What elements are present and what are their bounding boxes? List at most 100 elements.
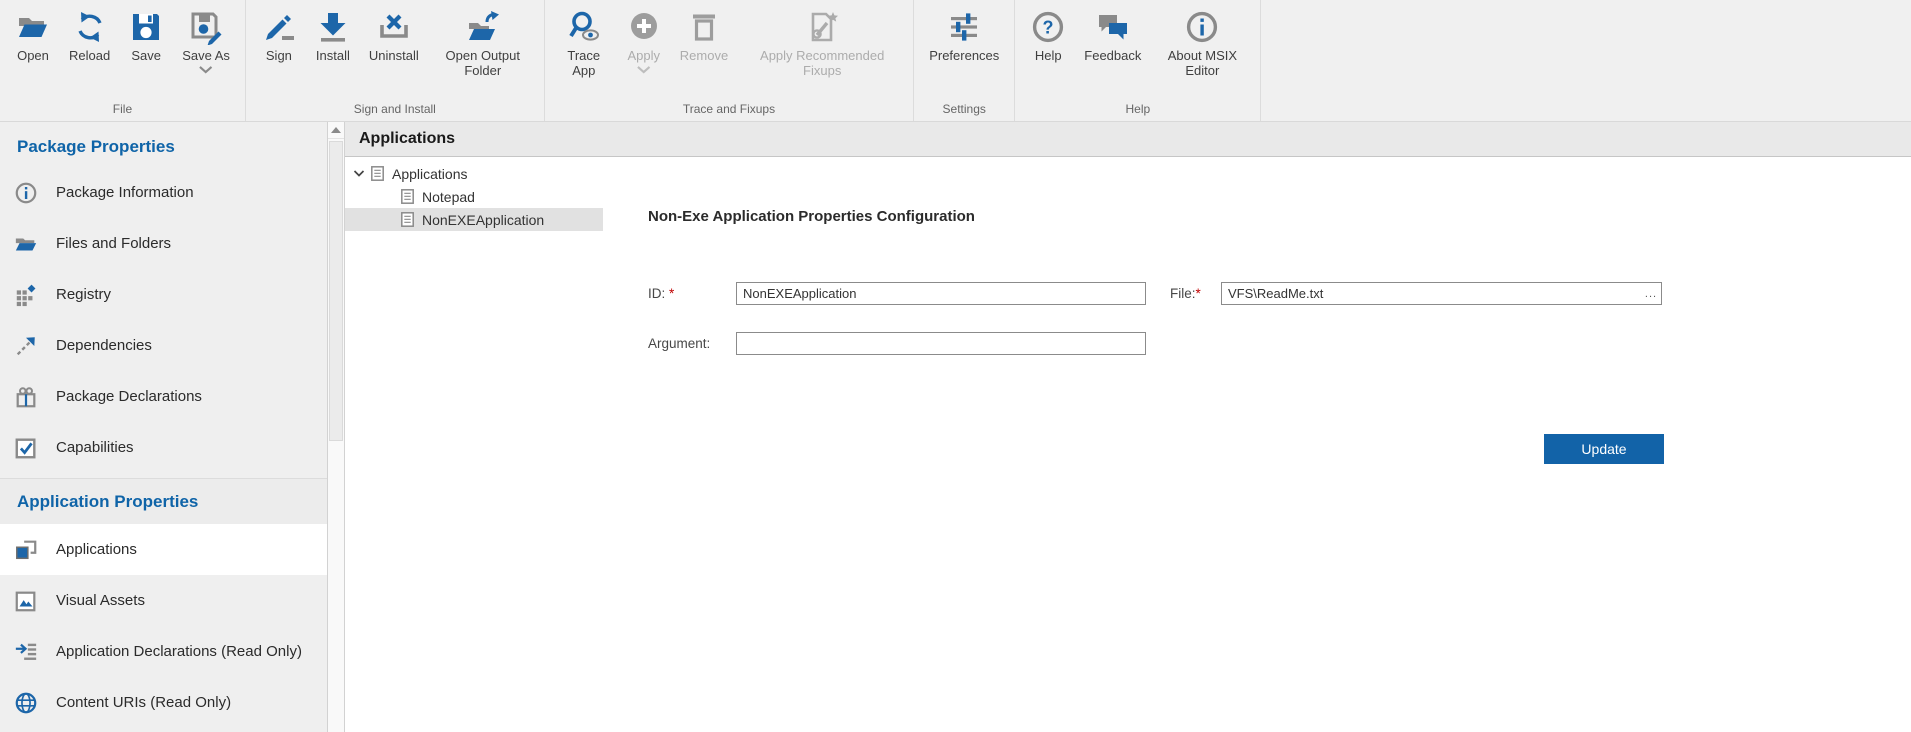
id-field-label: ID: *: [648, 286, 736, 301]
checkbox-check-icon: [14, 436, 38, 460]
tree-node-label: Notepad: [422, 189, 475, 205]
ribbon-group-label: Help: [1021, 101, 1254, 121]
sidebar-item-registry[interactable]: Registry: [0, 269, 327, 320]
tree-node-label: NonEXEApplication: [422, 212, 544, 228]
reload-button[interactable]: Reload: [60, 7, 119, 65]
apply-recommended-fixups-icon: [804, 9, 840, 45]
sidebar-item-content-uris[interactable]: Content URIs (Read Only): [0, 677, 327, 728]
reload-icon: [72, 9, 108, 45]
sidebar-item-package-information[interactable]: Package Information: [0, 167, 327, 218]
required-asterisk: *: [669, 286, 674, 301]
ribbon-spacer: [1261, 0, 1911, 121]
button-label: Save As: [182, 48, 230, 63]
trace-app-button[interactable]: Trace App: [551, 7, 617, 80]
apply-button[interactable]: Apply: [617, 7, 671, 76]
button-label: Open: [17, 48, 49, 63]
sign-icon: [261, 9, 297, 45]
document-icon: [371, 166, 384, 181]
button-label: Apply: [628, 48, 661, 63]
uninstall-button[interactable]: Uninstall: [360, 7, 428, 65]
ribbon-group-label: Trace and Fixups: [551, 101, 907, 121]
preferences-sliders-icon: [946, 9, 982, 45]
button-label: Save: [131, 48, 161, 63]
chevron-down-icon[interactable]: [636, 65, 651, 74]
sidebar-item-label: Applications: [56, 541, 137, 558]
argument-field-label: Argument:: [648, 336, 736, 351]
declarations-list-icon: [14, 640, 38, 664]
argument-field[interactable]: [736, 332, 1146, 355]
remove-trash-icon: [686, 9, 722, 45]
apply-recommended-fixups-button[interactable]: Apply Recommended Fixups: [737, 7, 907, 80]
button-label: Sign: [266, 48, 292, 63]
button-label: Remove: [680, 48, 728, 63]
sidebar-heading-application-properties: Application Properties: [0, 479, 327, 524]
sidebar-item-files-and-folders[interactable]: Files and Folders: [0, 218, 327, 269]
button-label: Reload: [69, 48, 110, 63]
sidebar-item-package-declarations[interactable]: Package Declarations: [0, 371, 327, 422]
sidebar-item-label: Capabilities: [56, 439, 134, 456]
file-field[interactable]: [1221, 282, 1662, 305]
sidebar-item-applications[interactable]: Applications: [0, 524, 327, 575]
open-output-folder-icon: [465, 9, 501, 45]
navigation-sidebar: Package Properties Package Information F…: [0, 122, 327, 732]
install-button[interactable]: Install: [306, 7, 360, 65]
tree-node-nonexeapplication[interactable]: NonEXEApplication: [345, 208, 603, 231]
required-asterisk: *: [1196, 286, 1201, 301]
open-output-folder-button[interactable]: Open Output Folder: [428, 7, 538, 80]
save-button[interactable]: Save: [119, 7, 173, 65]
sidebar-item-label: Registry: [56, 286, 111, 303]
sidebar-item-dependencies[interactable]: Dependencies: [0, 320, 327, 371]
preferences-button[interactable]: Preferences: [920, 7, 1008, 65]
info-circle-icon: [14, 181, 38, 205]
update-button[interactable]: Update: [1544, 434, 1664, 464]
open-button[interactable]: Open: [6, 7, 60, 65]
gift-box-icon: [14, 385, 38, 409]
browse-button[interactable]: ...: [1641, 283, 1661, 304]
apply-icon: [626, 9, 662, 45]
button-label: Uninstall: [369, 48, 419, 63]
button-label: Help: [1035, 48, 1062, 63]
sidebar-item-label: Application Declarations (Read Only): [56, 643, 302, 660]
sidebar-scrollbar[interactable]: [327, 122, 345, 732]
tree-node-applications[interactable]: Applications: [345, 162, 603, 185]
page-title: Applications: [345, 122, 1911, 157]
scrollbar-thumb[interactable]: [329, 141, 343, 441]
sidebar-item-label: Files and Folders: [56, 235, 171, 252]
dependencies-arrow-icon: [14, 334, 38, 358]
install-icon: [315, 9, 351, 45]
remove-button[interactable]: Remove: [671, 7, 737, 65]
globe-icon: [14, 691, 38, 715]
sidebar-item-capabilities[interactable]: Capabilities: [0, 422, 327, 473]
about-msix-editor-button[interactable]: About MSIX Editor: [1150, 7, 1254, 80]
sidebar-item-label: Package Information: [56, 184, 194, 201]
save-as-button[interactable]: Save As: [173, 7, 239, 76]
registry-icon: [14, 283, 38, 307]
chevron-down-icon[interactable]: [198, 65, 213, 74]
application-properties-form: Non-Exe Application Properties Configura…: [603, 157, 1911, 732]
button-label: About MSIX Editor: [1159, 48, 1245, 78]
scroll-up-arrow-icon: [331, 127, 341, 133]
ribbon-group-label: Sign and Install: [252, 101, 538, 121]
help-icon: ?: [1030, 9, 1066, 45]
file-field-label: File:*: [1170, 286, 1221, 301]
tree-node-label: Applications: [392, 166, 468, 182]
about-info-icon: [1184, 9, 1220, 45]
sidebar-item-application-declarations[interactable]: Application Declarations (Read Only): [0, 626, 327, 677]
document-icon: [401, 212, 414, 227]
save-as-icon: [188, 9, 224, 45]
feedback-button[interactable]: Feedback: [1075, 7, 1150, 65]
button-label: Feedback: [1084, 48, 1141, 63]
id-field[interactable]: [736, 282, 1146, 305]
chevron-down-icon[interactable]: [353, 169, 365, 178]
ribbon-group-help: ? Help Feedback: [1015, 0, 1261, 121]
button-label: Preferences: [929, 48, 999, 63]
sidebar-item-visual-assets[interactable]: Visual Assets: [0, 575, 327, 626]
help-button[interactable]: ? Help: [1021, 7, 1075, 65]
ribbon-group-label: File: [6, 101, 239, 121]
tree-node-notepad[interactable]: Notepad: [345, 185, 603, 208]
scrollbar-up-button[interactable]: [328, 122, 344, 139]
open-folder-icon: [15, 9, 51, 45]
sign-button[interactable]: Sign: [252, 7, 306, 65]
ribbon-group-trace-and-fixups: Trace App Apply: [545, 0, 914, 121]
main-panel: Applications Applications: [345, 122, 1911, 732]
